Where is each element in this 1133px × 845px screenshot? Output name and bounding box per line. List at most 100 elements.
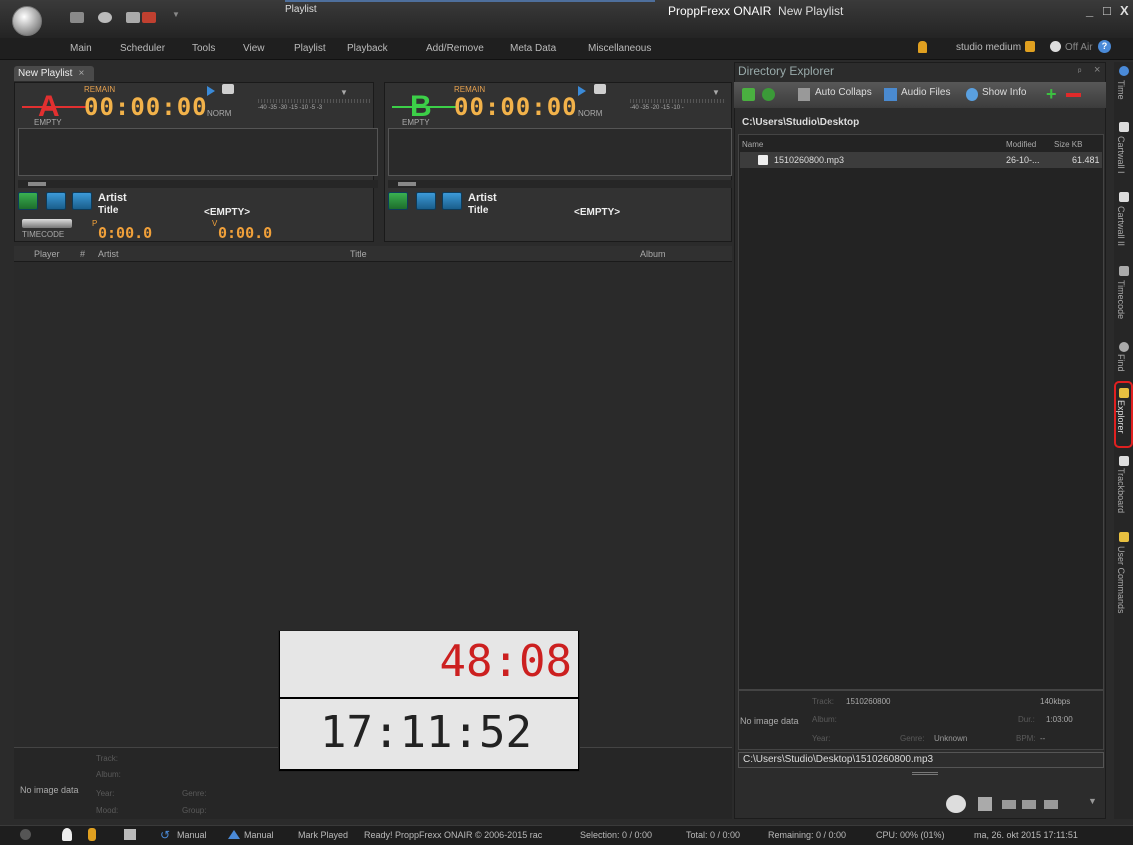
player-b-dropdown-icon[interactable]: ▼ [712, 88, 720, 97]
player-a-waveform[interactable] [18, 128, 378, 176]
menu-playback[interactable]: Playback [347, 43, 388, 54]
splitter-grip[interactable] [912, 772, 938, 775]
side-tab-trackboard[interactable]: Trackboard [1116, 468, 1126, 513]
audio-files-button[interactable]: Audio Files [901, 87, 950, 98]
computer-icon[interactable] [978, 797, 992, 811]
log-icon[interactable] [124, 829, 136, 840]
player-a-scroll-thumb[interactable] [28, 182, 46, 186]
side-tab-timecode[interactable]: Timecode [1116, 280, 1126, 319]
side-tab-cartwall-1[interactable]: Cartwall I [1116, 136, 1126, 174]
player-b-scrollbar[interactable] [388, 180, 732, 188]
panel-close-icon[interactable]: × [1094, 64, 1100, 76]
player-a-time: 00:00:00 [84, 93, 208, 121]
minimize-button[interactable]: _ [1086, 3, 1093, 18]
player-b-play-icon[interactable] [578, 86, 586, 96]
auto-collapse-icon[interactable] [798, 88, 810, 101]
side-tab-cartwall-2[interactable]: Cartwall II [1116, 206, 1126, 246]
offair-icon[interactable] [1050, 41, 1061, 52]
show-info-button[interactable]: Show Info [982, 87, 1026, 98]
file-column-modified[interactable]: Modified [1006, 140, 1036, 149]
player-b-play-pause-button[interactable] [388, 192, 408, 210]
auto-collapse-button[interactable]: Auto Collaps [815, 87, 872, 98]
remove-icon[interactable] [1066, 93, 1081, 97]
new-file-icon[interactable] [70, 12, 84, 23]
pin-icon[interactable] [142, 12, 156, 23]
file-path-field[interactable]: C:\Users\Studio\Desktop\1510260800.mp3 [738, 752, 1104, 768]
menu-miscellaneous[interactable]: Miscellaneous [588, 43, 651, 54]
show-info-icon[interactable] [966, 88, 978, 101]
mark-played-button[interactable]: Mark Played [298, 830, 348, 840]
drives-dropdown-icon[interactable]: ▼ [1088, 796, 1097, 806]
side-tab-user-commands[interactable]: User Commands [1116, 546, 1126, 614]
file-column-name[interactable]: Name [742, 140, 763, 149]
eject-icon[interactable] [228, 830, 240, 839]
player-a-dropdown-icon[interactable]: ▼ [340, 88, 348, 97]
column-title[interactable]: Title [350, 249, 367, 259]
elapsed-prefix: P [92, 219, 98, 228]
player-a-edit-icon[interactable] [222, 84, 234, 94]
player-a-cue-button[interactable] [46, 192, 66, 210]
status-indicator-icon[interactable] [20, 829, 31, 840]
user-status-icon[interactable] [88, 828, 96, 841]
player-a-play-pause-button[interactable] [18, 192, 38, 210]
elapsed-time: 0:00.0 [98, 224, 153, 242]
cpu-stat: CPU: 00% (01%) [876, 830, 945, 840]
menu-add-remove[interactable]: Add/Remove [426, 43, 484, 54]
file-info-album-label: Album: [812, 715, 837, 724]
player-b-rewind-button[interactable] [442, 192, 462, 210]
player-b-edit-icon[interactable] [594, 84, 606, 94]
file-list[interactable] [738, 134, 1104, 690]
column-player[interactable]: Player [34, 249, 60, 259]
drive-icon[interactable] [946, 795, 966, 813]
menu-meta-data[interactable]: Meta Data [510, 43, 556, 54]
menu-main[interactable]: Main [70, 43, 92, 54]
tools-icon[interactable] [126, 12, 140, 23]
panel-pin-icon[interactable]: ᵖ [1078, 66, 1081, 76]
playlist-tab[interactable]: New Playlist × [14, 66, 94, 81]
maximize-button[interactable]: □ [1103, 3, 1111, 18]
player-b-scroll-thumb[interactable] [398, 182, 416, 186]
selection-stat: Selection: 0 / 0:00 [580, 830, 653, 840]
player-b-waveform[interactable] [388, 128, 732, 176]
cd-drive-icon[interactable] [1044, 800, 1058, 809]
context-tab-playlist[interactable]: Playlist [285, 4, 385, 15]
menu-tools[interactable]: Tools [192, 43, 215, 54]
column-artist[interactable]: Artist [98, 249, 119, 259]
side-tab-time[interactable]: Time [1116, 80, 1126, 100]
help-icon[interactable]: ? [1098, 40, 1111, 53]
automation-icon[interactable]: ↺ [160, 828, 170, 842]
user-label[interactable]: studio medium [956, 42, 1021, 53]
offair-label[interactable]: Off Air [1065, 42, 1093, 53]
person-icon[interactable] [98, 12, 112, 23]
column-number[interactable]: # [80, 249, 85, 259]
tab-close-icon[interactable]: × [78, 68, 84, 79]
removable-drive-icon[interactable] [1022, 800, 1036, 809]
lock-icon[interactable] [1025, 41, 1035, 52]
timecode-toggle[interactable] [22, 219, 72, 228]
player-b-mode: NORM [578, 109, 603, 118]
network-drive-icon[interactable] [1002, 800, 1016, 809]
add-icon[interactable]: + [1046, 84, 1057, 105]
home-folder-icon[interactable] [742, 88, 755, 101]
automation-mode-2[interactable]: Manual [244, 830, 274, 840]
player-a-rewind-button[interactable] [72, 192, 92, 210]
player-a-play-icon[interactable] [207, 86, 215, 96]
menu-view[interactable]: View [243, 43, 265, 54]
player-a-scrollbar[interactable] [18, 180, 378, 188]
column-album[interactable]: Album [640, 249, 666, 259]
automation-mode-1[interactable]: Manual [177, 830, 207, 840]
user-icon[interactable] [918, 41, 927, 53]
file-column-size[interactable]: Size KB [1054, 140, 1082, 149]
dropdown-arrow-icon[interactable]: ▼ [172, 10, 180, 19]
menu-playlist[interactable]: Playlist [294, 43, 326, 54]
lightbulb-icon[interactable] [62, 828, 72, 841]
refresh-icon[interactable] [762, 88, 775, 101]
side-tab-explorer[interactable]: Explorer [1116, 400, 1126, 434]
app-logo-icon[interactable] [12, 6, 42, 36]
close-button[interactable]: X [1120, 3, 1129, 18]
explorer-tab-icon [1119, 388, 1129, 398]
audio-files-icon[interactable] [884, 88, 897, 101]
player-b-cue-button[interactable] [416, 192, 436, 210]
menu-scheduler[interactable]: Scheduler [120, 43, 165, 54]
side-tab-find[interactable]: Find [1116, 354, 1126, 372]
